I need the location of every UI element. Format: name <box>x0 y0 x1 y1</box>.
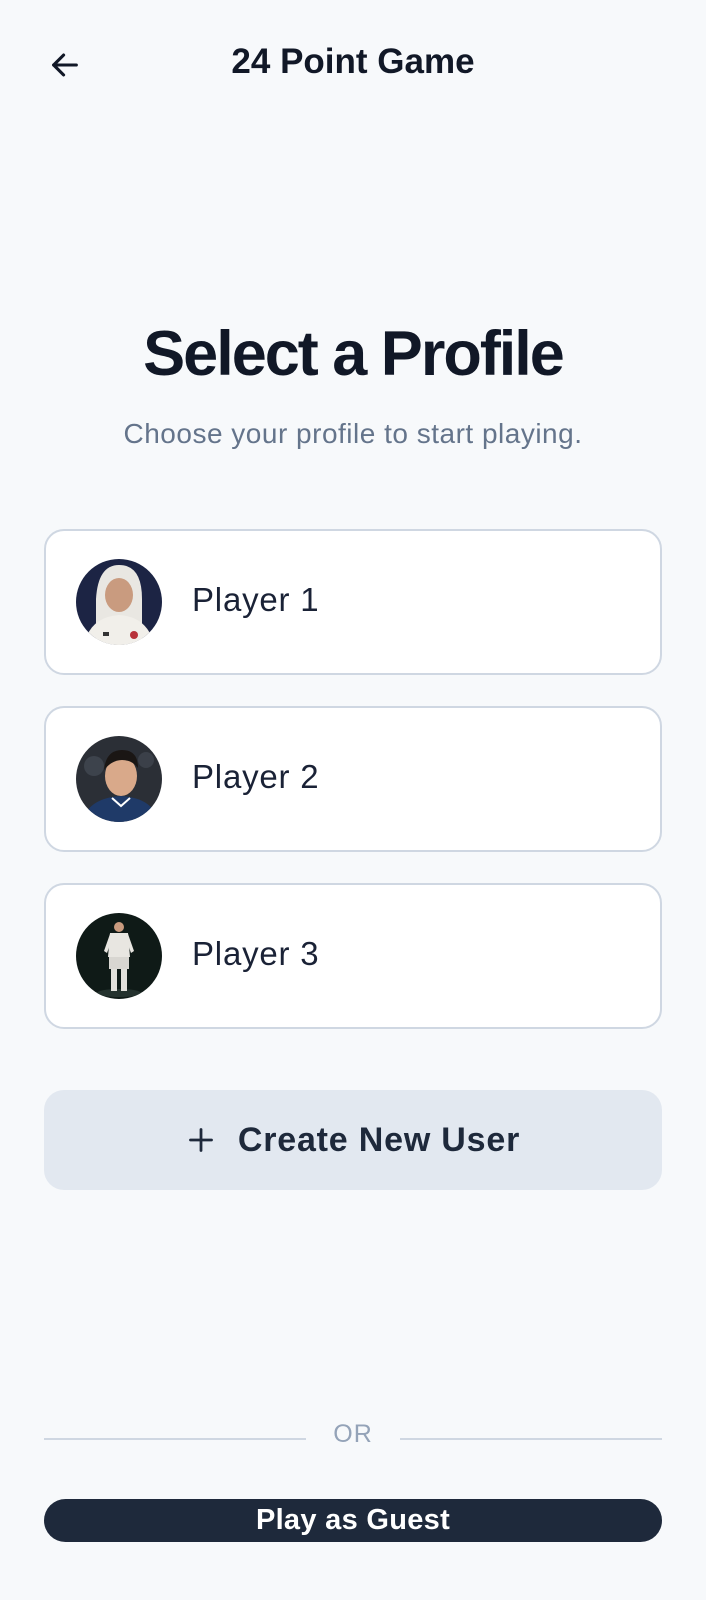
play-as-guest-label: Play as Guest <box>255 1504 451 1536</box>
create-new-user-label: Create New User <box>237 1120 521 1159</box>
player-2-avatar <box>76 736 162 822</box>
divider-right <box>400 1438 662 1440</box>
play-as-guest-button[interactable]: Play as Guest <box>44 1499 662 1542</box>
profile-name: Player 1 <box>192 581 320 618</box>
or-label: OR <box>333 1420 373 1448</box>
page-subtitle: Choose your profile to start playing. <box>123 418 583 449</box>
profile-card-player-3[interactable]: Player 3 <box>44 883 662 1029</box>
top-bar: 24 Point Game <box>0 0 706 130</box>
profile-name: Player 3 <box>192 935 320 972</box>
page-title: Select a Profile <box>143 319 565 389</box>
create-new-user-button[interactable]: Create New User <box>44 1090 662 1190</box>
app-title: 24 Point Game <box>231 42 475 81</box>
plus-icon <box>186 1125 216 1155</box>
player-3-avatar <box>76 913 162 999</box>
profile-card-player-2[interactable]: Player 2 <box>44 706 662 852</box>
profile-card-player-1[interactable]: Player 1 <box>44 529 662 675</box>
player-1-avatar <box>76 559 162 645</box>
profile-name: Player 2 <box>192 758 320 795</box>
